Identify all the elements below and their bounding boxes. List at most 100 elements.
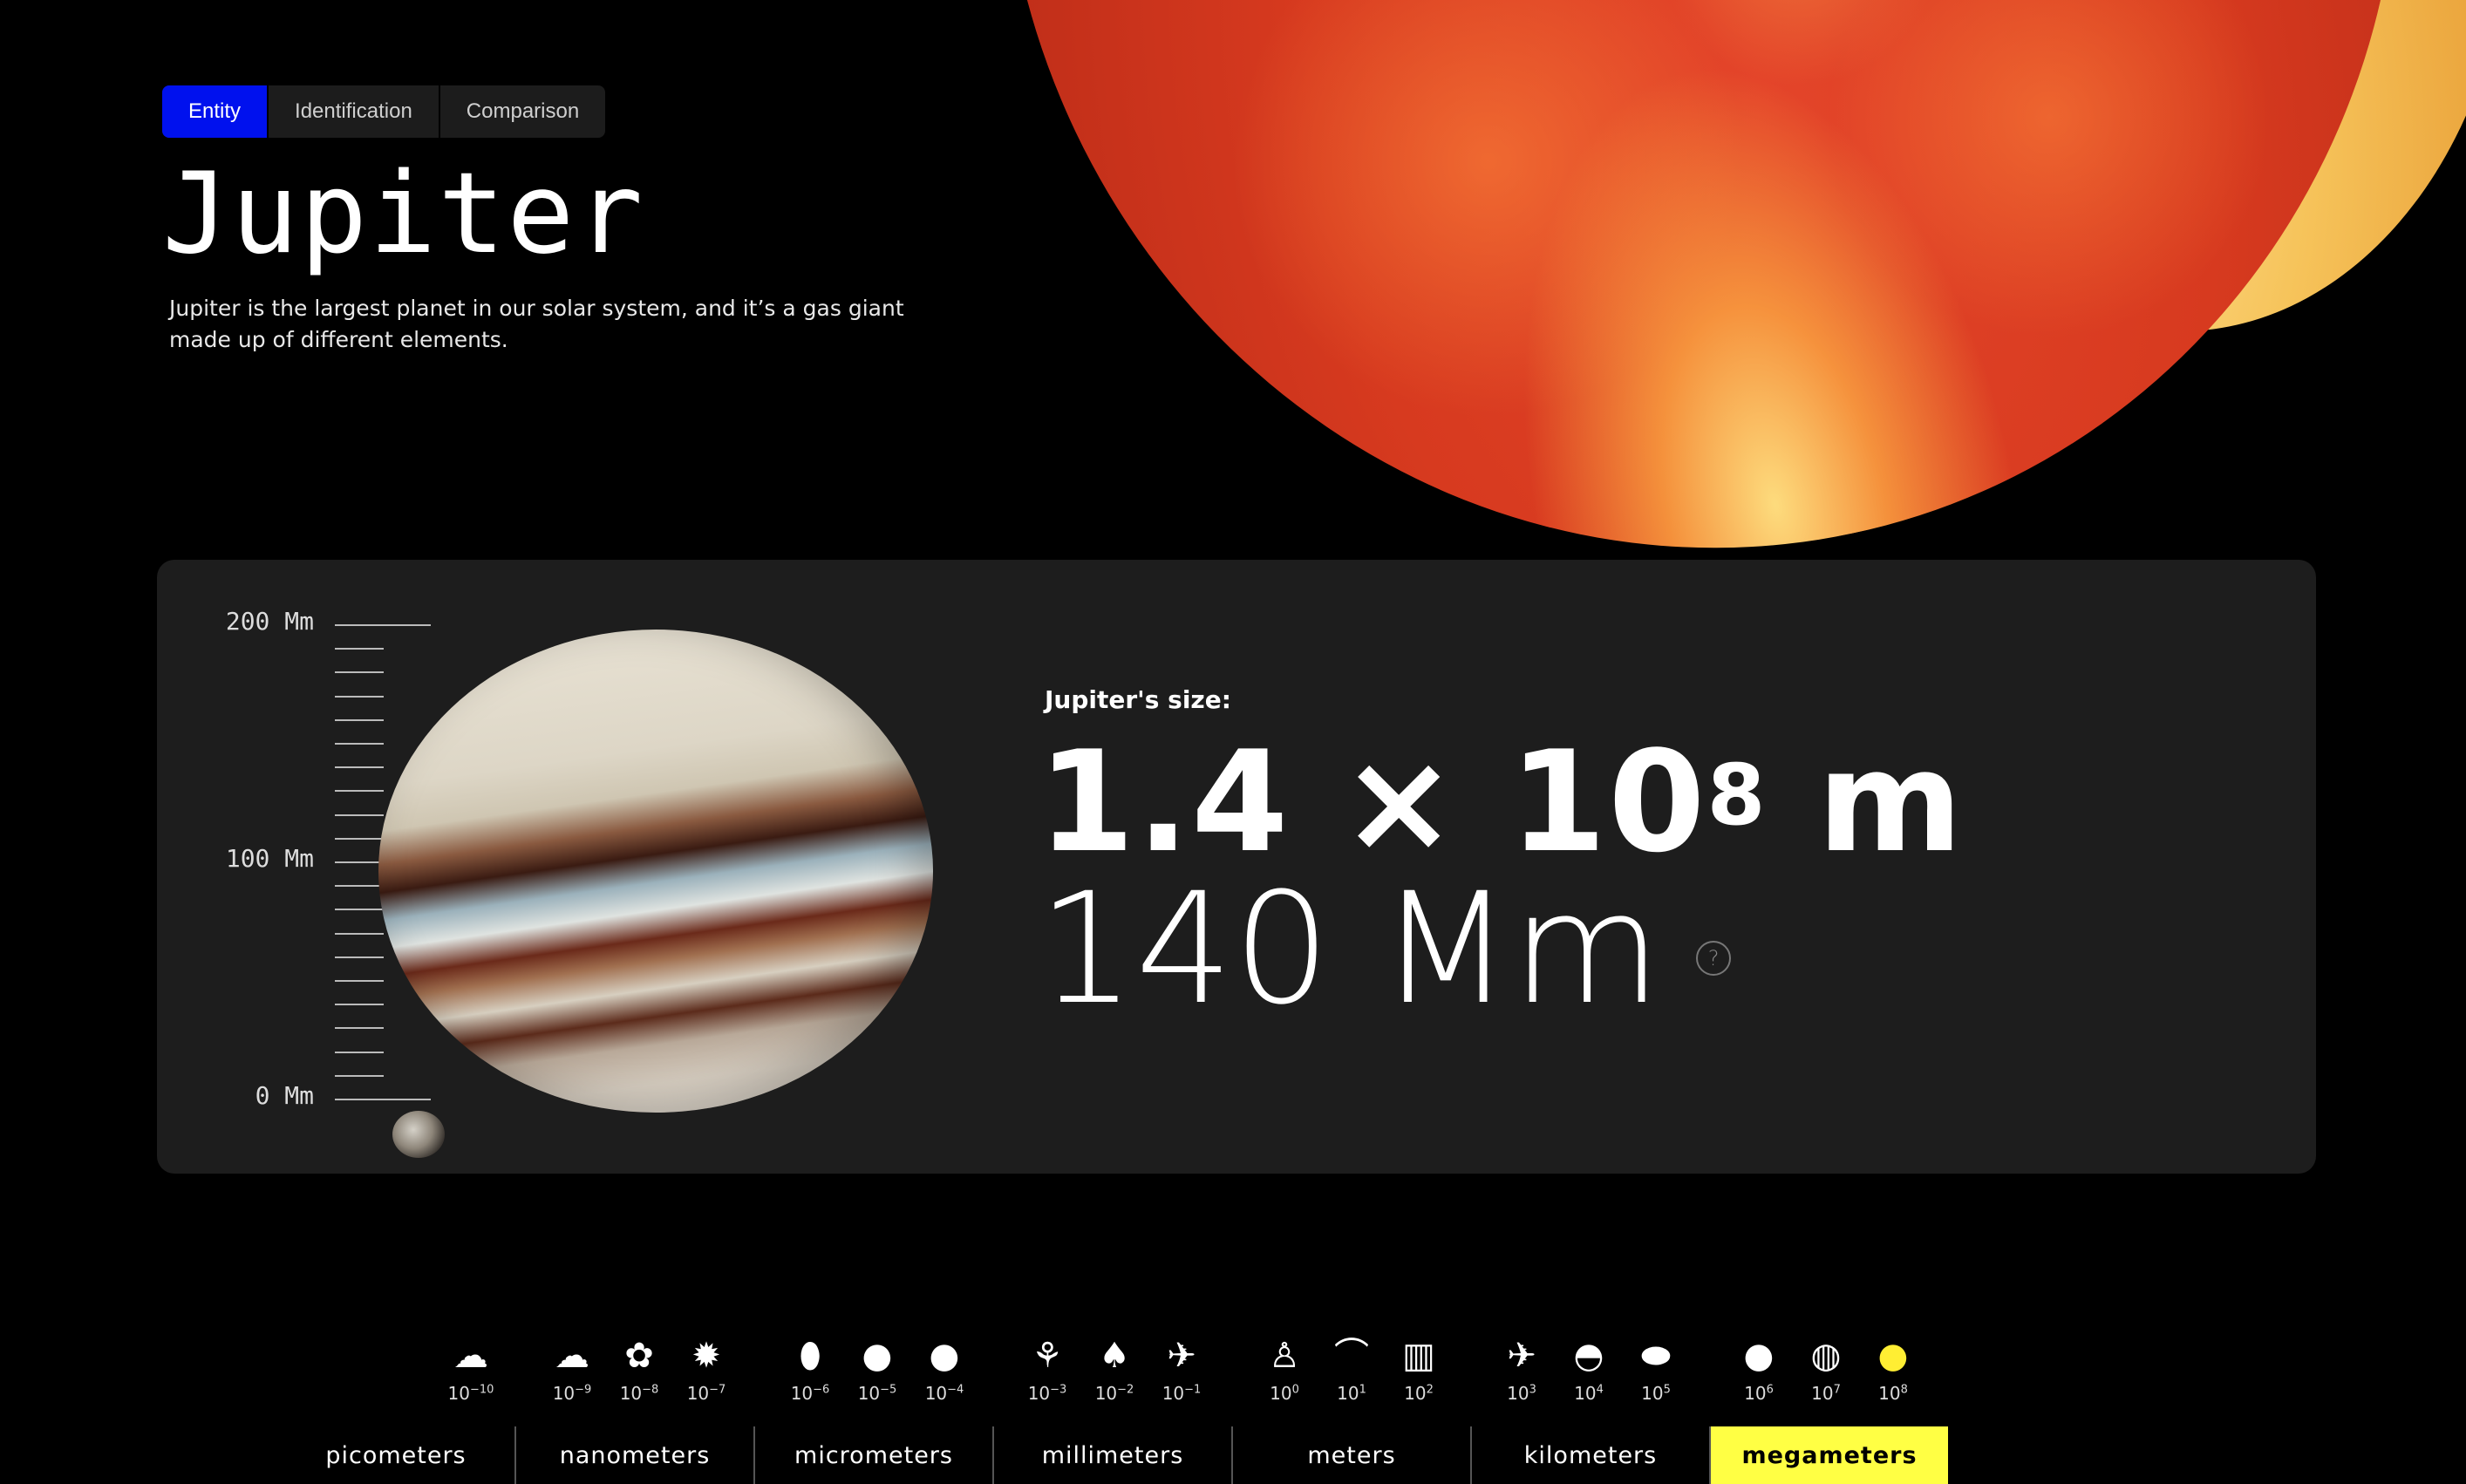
moon-icon: ● bbox=[1743, 1336, 1775, 1376]
scale-power-label: 104 bbox=[1574, 1383, 1604, 1404]
size-label: Jupiter's size: bbox=[1045, 685, 1231, 714]
ruler-label-bottom: 0 Mm bbox=[255, 1081, 314, 1110]
scale-item-0[interactable]: ♙ 100 bbox=[1250, 1334, 1319, 1404]
scale-item-neg2[interactable]: ♠ 10−2 bbox=[1080, 1334, 1149, 1404]
scale-power-label: 107 bbox=[1811, 1383, 1841, 1404]
ruler-tick bbox=[335, 956, 384, 958]
view-tabs: Entity Identification Comparison bbox=[162, 85, 606, 138]
scale-power-label: 106 bbox=[1744, 1383, 1774, 1404]
scale-item-neg6[interactable]: ⬮ 10−6 bbox=[775, 1334, 845, 1404]
scale-item-neg4[interactable]: ● 10−4 bbox=[909, 1334, 979, 1404]
ruler-tick bbox=[335, 1004, 384, 1006]
island-icon: ◓ bbox=[1573, 1336, 1604, 1376]
virus-icon: ✿ bbox=[624, 1336, 654, 1376]
unit-millimeters[interactable]: millimeters bbox=[994, 1426, 1231, 1484]
ruler-label-mid: 100 Mm bbox=[225, 844, 314, 873]
scale-icon-row: ☁ 10−10 ☁ 10−9 ✿ 10−8 ✹ 10−7 ⬮ 10−6 ● 10−5 ● 10−4 ⚘ 10−… bbox=[0, 1334, 2466, 1413]
unit-divider bbox=[1709, 1426, 1711, 1484]
scale-power-label: 10−6 bbox=[790, 1383, 830, 1404]
acorn-icon: ♠ bbox=[1099, 1336, 1130, 1376]
ruler-tick bbox=[335, 909, 384, 911]
ruler-tick bbox=[335, 1074, 384, 1077]
scale-power-label: 102 bbox=[1404, 1383, 1434, 1404]
tab-identification[interactable]: Identification bbox=[267, 85, 439, 138]
tab-comparison[interactable]: Comparison bbox=[438, 85, 605, 138]
scale-power-label: 10−7 bbox=[686, 1383, 726, 1404]
unit-divider bbox=[514, 1426, 516, 1484]
cell-icon: ● bbox=[929, 1336, 960, 1376]
scale-power-label: 10−3 bbox=[1027, 1383, 1067, 1404]
size-scientific: 1.4 × 108 m bbox=[1038, 725, 1965, 879]
unit-micrometers[interactable]: micrometers bbox=[755, 1426, 992, 1484]
scale-item-8[interactable]: ● 108 bbox=[1858, 1334, 1928, 1404]
ruler-tick bbox=[335, 1099, 431, 1100]
tab-entity[interactable]: Entity bbox=[162, 85, 268, 138]
ruler-label-top: 200 Mm bbox=[225, 607, 314, 636]
scale-item-neg10[interactable]: ☁ 10−10 bbox=[436, 1334, 506, 1404]
size-plain-value: 140 Mm bbox=[1038, 860, 1662, 1038]
help-icon[interactable]: ? bbox=[1696, 940, 1732, 976]
disc-icon: ⬬ bbox=[1640, 1336, 1672, 1376]
size-mantissa: 1.4 × 10 bbox=[1038, 720, 1707, 883]
scale-power-label: 10−8 bbox=[619, 1383, 659, 1404]
scale-power-label: 108 bbox=[1878, 1383, 1908, 1404]
unit-picometers[interactable]: picometers bbox=[277, 1426, 514, 1484]
ant-icon: ⚘ bbox=[1032, 1336, 1063, 1376]
bacterium-icon: ⬮ bbox=[799, 1336, 821, 1376]
scale-power-label: 10−4 bbox=[924, 1383, 964, 1404]
unit-nanometers[interactable]: nanometers bbox=[516, 1426, 753, 1484]
scale-item-neg8[interactable]: ✿ 10−8 bbox=[604, 1334, 674, 1404]
unit-meters[interactable]: meters bbox=[1233, 1426, 1470, 1484]
ruler-tick bbox=[335, 1027, 384, 1030]
ruler-tick bbox=[335, 980, 384, 982]
scale-item-4[interactable]: ◓ 104 bbox=[1554, 1334, 1624, 1404]
person-icon: ♙ bbox=[1269, 1336, 1300, 1376]
ruler-tick bbox=[335, 743, 384, 745]
scale-item-7[interactable]: ◍ 107 bbox=[1791, 1334, 1861, 1404]
plane-icon: ✈ bbox=[1507, 1336, 1536, 1376]
scale-item-neg3[interactable]: ⚘ 10−3 bbox=[1012, 1334, 1082, 1404]
jupiter-icon: ● bbox=[1877, 1336, 1909, 1376]
jupiter-image bbox=[378, 630, 933, 1113]
scale-power-label: 10−5 bbox=[857, 1383, 897, 1404]
ruler-tick bbox=[335, 813, 384, 816]
scale-item-neg9[interactable]: ☁ 10−9 bbox=[537, 1334, 607, 1404]
ruler-tick bbox=[335, 837, 384, 840]
scale-item-1[interactable]: ⌒ 101 bbox=[1317, 1334, 1386, 1404]
cell-icon: ● bbox=[862, 1336, 893, 1376]
size-exponent: 8 bbox=[1706, 746, 1768, 844]
scale-power-label: 10−10 bbox=[447, 1383, 494, 1404]
unit-divider bbox=[992, 1426, 994, 1484]
scale-item-neg7[interactable]: ✹ 10−7 bbox=[671, 1334, 741, 1404]
unit-divider bbox=[753, 1426, 755, 1484]
scale-item-neg5[interactable]: ● 10−5 bbox=[842, 1334, 912, 1404]
scale-item-3[interactable]: ✈ 103 bbox=[1487, 1334, 1557, 1404]
scale-item-5[interactable]: ⬬ 105 bbox=[1621, 1334, 1691, 1404]
unit-kilometers[interactable]: kilometers bbox=[1472, 1426, 1709, 1484]
earth-comparison-image bbox=[392, 1111, 445, 1158]
scale-power-label: 101 bbox=[1337, 1383, 1366, 1404]
unit-bar: picometers nanometers micrometers millimete… bbox=[0, 1426, 2466, 1484]
unit-divider bbox=[1231, 1426, 1233, 1484]
ruler-tick bbox=[335, 885, 384, 888]
cloud-icon: ☁ bbox=[555, 1336, 589, 1376]
whale-icon: ⌒ bbox=[1334, 1336, 1369, 1376]
scale-item-2[interactable]: ▥ 102 bbox=[1384, 1334, 1454, 1404]
unit-divider bbox=[1470, 1426, 1472, 1484]
cloud-icon: ☁ bbox=[453, 1336, 488, 1376]
ruler-tick bbox=[335, 695, 384, 698]
scale-item-6[interactable]: ● 106 bbox=[1724, 1334, 1794, 1404]
scale-item-neg1[interactable]: ✈ 10−1 bbox=[1147, 1334, 1216, 1404]
ruler-tick bbox=[335, 790, 384, 793]
ruler-tick bbox=[335, 766, 384, 769]
scale-power-label: 10−1 bbox=[1161, 1383, 1202, 1404]
building-icon: ▥ bbox=[1402, 1336, 1435, 1376]
size-panel: 200 Mm 100 Mm 0 Mm Jupiter's size: 1.4 ×… bbox=[157, 560, 2316, 1174]
earth-icon: ◍ bbox=[1810, 1336, 1842, 1376]
scale-power-label: 105 bbox=[1641, 1383, 1671, 1404]
scale-power-label: 103 bbox=[1507, 1383, 1536, 1404]
ruler-tick bbox=[335, 624, 431, 626]
scale-power-label: 10−9 bbox=[552, 1383, 592, 1404]
unit-megameters[interactable]: megameters bbox=[1711, 1426, 1948, 1484]
ruler-tick bbox=[335, 718, 384, 721]
